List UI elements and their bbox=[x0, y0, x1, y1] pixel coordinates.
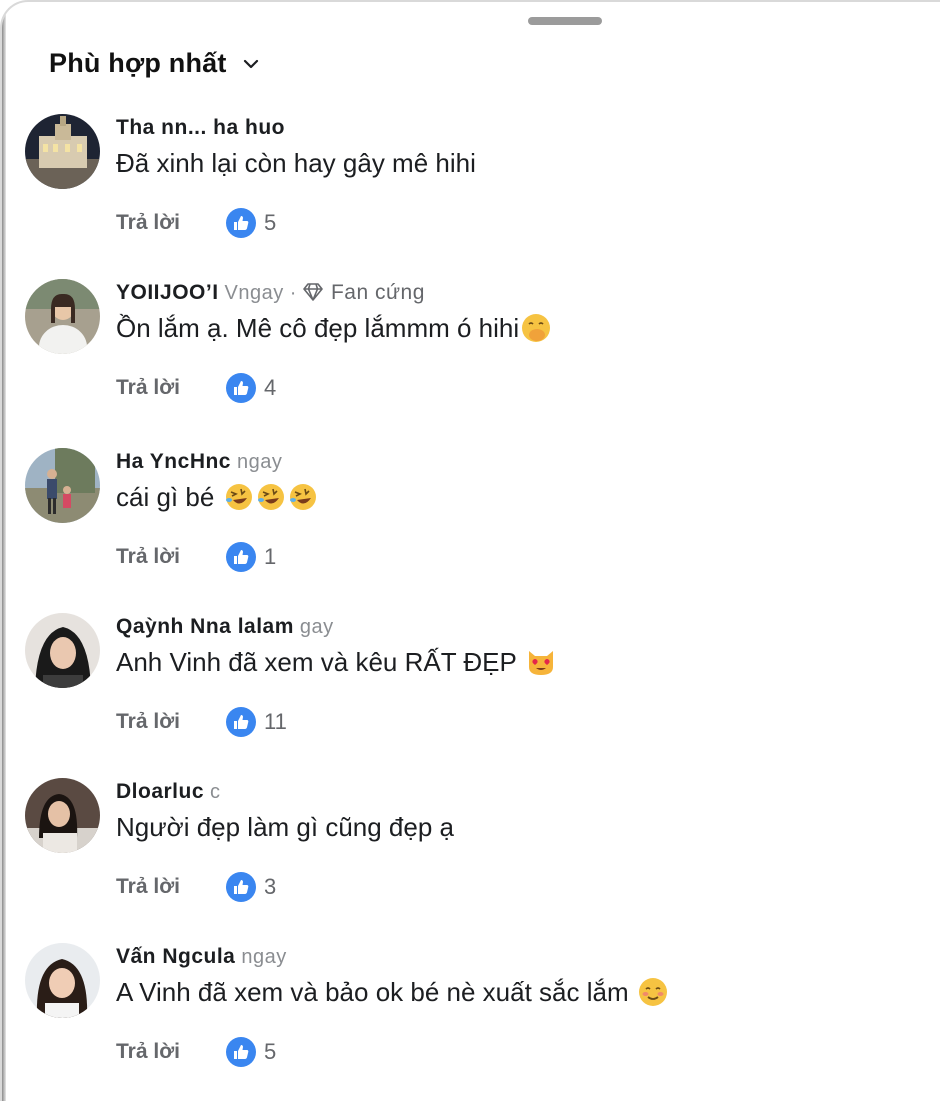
comment-text: Đã xinh lại còn hay gây mê hihi bbox=[116, 148, 476, 179]
avatar[interactable] bbox=[25, 778, 100, 853]
reply-button[interactable]: Trả lời bbox=[116, 875, 180, 899]
comment-item: Qaỳnh Nna lalam gay Anh Vinh đã xem và kê… bbox=[2, 613, 940, 773]
comment-actions: Trả lời 1 bbox=[116, 542, 276, 572]
comments-sheet: Phù hợp nhất Tha nn... ha huo Đã xinh lạ… bbox=[0, 0, 940, 1101]
heart-eyes-cat-emoji bbox=[528, 651, 553, 675]
comment-actions: Trả lời 5 bbox=[116, 208, 276, 238]
thumbs-up-icon[interactable] bbox=[225, 1037, 256, 1067]
rolling-laughing-emoji bbox=[225, 484, 252, 510]
like-count: 1 bbox=[263, 544, 277, 569]
comment-item: Tha nn... ha huo Đã xinh lại còn hay gây… bbox=[2, 114, 940, 274]
comment-time: ngay bbox=[241, 946, 287, 968]
like-count: 5 bbox=[263, 210, 277, 235]
comment-author[interactable]: Vấn Ngcula ngay bbox=[116, 945, 287, 969]
rolling-laughing-emoji bbox=[257, 484, 284, 510]
comment-actions: Trả lời 3 bbox=[116, 872, 276, 902]
author-name[interactable]: Vấn Ngcula bbox=[116, 945, 235, 968]
avatar[interactable] bbox=[25, 114, 100, 189]
thumbs-up-icon[interactable] bbox=[225, 373, 256, 403]
smiling-blush-emoji bbox=[638, 978, 667, 1006]
avatar[interactable] bbox=[25, 448, 100, 523]
author-name[interactable]: Qaỳnh Nna lalam bbox=[116, 615, 294, 638]
author-name[interactable]: YOIIJOO’I bbox=[116, 281, 219, 304]
comment-item: YOIIJOO’I Vngay · Fan cứng Ồn lắm ạ. Mê cô… bbox=[2, 279, 940, 439]
comment-time: ngay bbox=[237, 451, 283, 473]
reply-button[interactable]: Trả lời bbox=[116, 1040, 180, 1064]
thumbs-up-icon[interactable] bbox=[225, 707, 256, 737]
sort-label: Phù hợp nhất bbox=[49, 48, 227, 78]
comment-actions: Trả lời 11 bbox=[116, 707, 287, 737]
hand-over-mouth-emoji bbox=[522, 314, 551, 342]
thumbs-up-icon[interactable] bbox=[225, 208, 256, 238]
comment-author[interactable]: Dloarluc c bbox=[116, 780, 221, 804]
like-count: 5 bbox=[263, 1039, 277, 1064]
like-count: 11 bbox=[263, 709, 287, 734]
diamond-icon bbox=[303, 283, 323, 301]
comment-author[interactable]: Qaỳnh Nna lalam gay bbox=[116, 615, 334, 639]
avatar[interactable] bbox=[25, 279, 100, 354]
comment-item: Dloarluc c Người đẹp làm gì cũng đẹp ạ Tr… bbox=[2, 778, 940, 938]
comment-text: Ồn lắm ạ. Mê cô đẹp lắmmm ó hihi bbox=[116, 313, 551, 344]
rolling-laughing-emoji bbox=[289, 484, 316, 510]
comment-text: Người đẹp làm gì cũng đẹp ạ bbox=[116, 812, 454, 843]
comment-body: Ồn lắm ạ. Mê cô đẹp lắmmm ó hihi bbox=[116, 313, 520, 343]
comment-author[interactable]: Tha nn... ha huo bbox=[116, 116, 285, 140]
comment-text: A Vinh đã xem và bảo ok bé nè xuất sắc l… bbox=[116, 977, 668, 1008]
comment-text: Anh Vinh đã xem và kêu RẤT ĐẸP bbox=[116, 647, 556, 678]
reply-button[interactable]: Trả lời bbox=[116, 710, 180, 734]
comment-author[interactable]: Ha YncHnc ngay bbox=[116, 450, 282, 474]
like-count: 3 bbox=[263, 874, 277, 899]
thumbs-up-icon[interactable] bbox=[225, 872, 256, 902]
comment-actions: Trả lời 4 bbox=[116, 373, 276, 403]
comment-body: A Vinh đã xem và bảo ok bé nè xuất sắc l… bbox=[116, 977, 629, 1007]
comment-text: cái gì bé bbox=[116, 482, 318, 513]
reply-button[interactable]: Trả lời bbox=[116, 376, 180, 400]
reply-button[interactable]: Trả lời bbox=[116, 211, 180, 235]
avatar[interactable] bbox=[25, 613, 100, 688]
comment-author[interactable]: YOIIJOO’I Vngay · Fan cứng bbox=[116, 281, 425, 305]
comment-time: Vngay · bbox=[224, 282, 297, 304]
comment-time: c bbox=[210, 781, 221, 803]
reply-button[interactable]: Trả lời bbox=[116, 545, 180, 569]
author-name[interactable]: Tha nn... ha huo bbox=[116, 116, 285, 139]
author-name[interactable]: Dloarluc bbox=[116, 780, 204, 803]
comment-actions: Trả lời 5 bbox=[116, 1037, 276, 1067]
author-name[interactable]: Ha YncHnc bbox=[116, 450, 231, 473]
comment-body: cái gì bé bbox=[116, 482, 215, 512]
comment-item: Vấn Ngcula ngay A Vinh đã xem và bảo ok b… bbox=[2, 943, 940, 1101]
fan-badge: Fan cứng bbox=[330, 281, 425, 304]
thumbs-up-icon[interactable] bbox=[225, 542, 256, 572]
comment-time: gay bbox=[299, 616, 334, 638]
like-count: 4 bbox=[263, 375, 277, 400]
comment-body: Anh Vinh đã xem và kêu RẤT ĐẸP bbox=[116, 647, 517, 677]
sort-dropdown[interactable]: Phù hợp nhất bbox=[49, 48, 261, 79]
comment-item: Ha YncHnc ngay cái gì bé Trả lời 1 bbox=[2, 448, 940, 608]
drag-handle[interactable] bbox=[528, 17, 602, 25]
avatar[interactable] bbox=[25, 943, 100, 1018]
comment-body: Người đẹp làm gì cũng đẹp ạ bbox=[116, 812, 454, 842]
comment-body: Đã xinh lại còn hay gây mê hihi bbox=[116, 148, 476, 178]
chevron-down-icon bbox=[243, 59, 258, 68]
